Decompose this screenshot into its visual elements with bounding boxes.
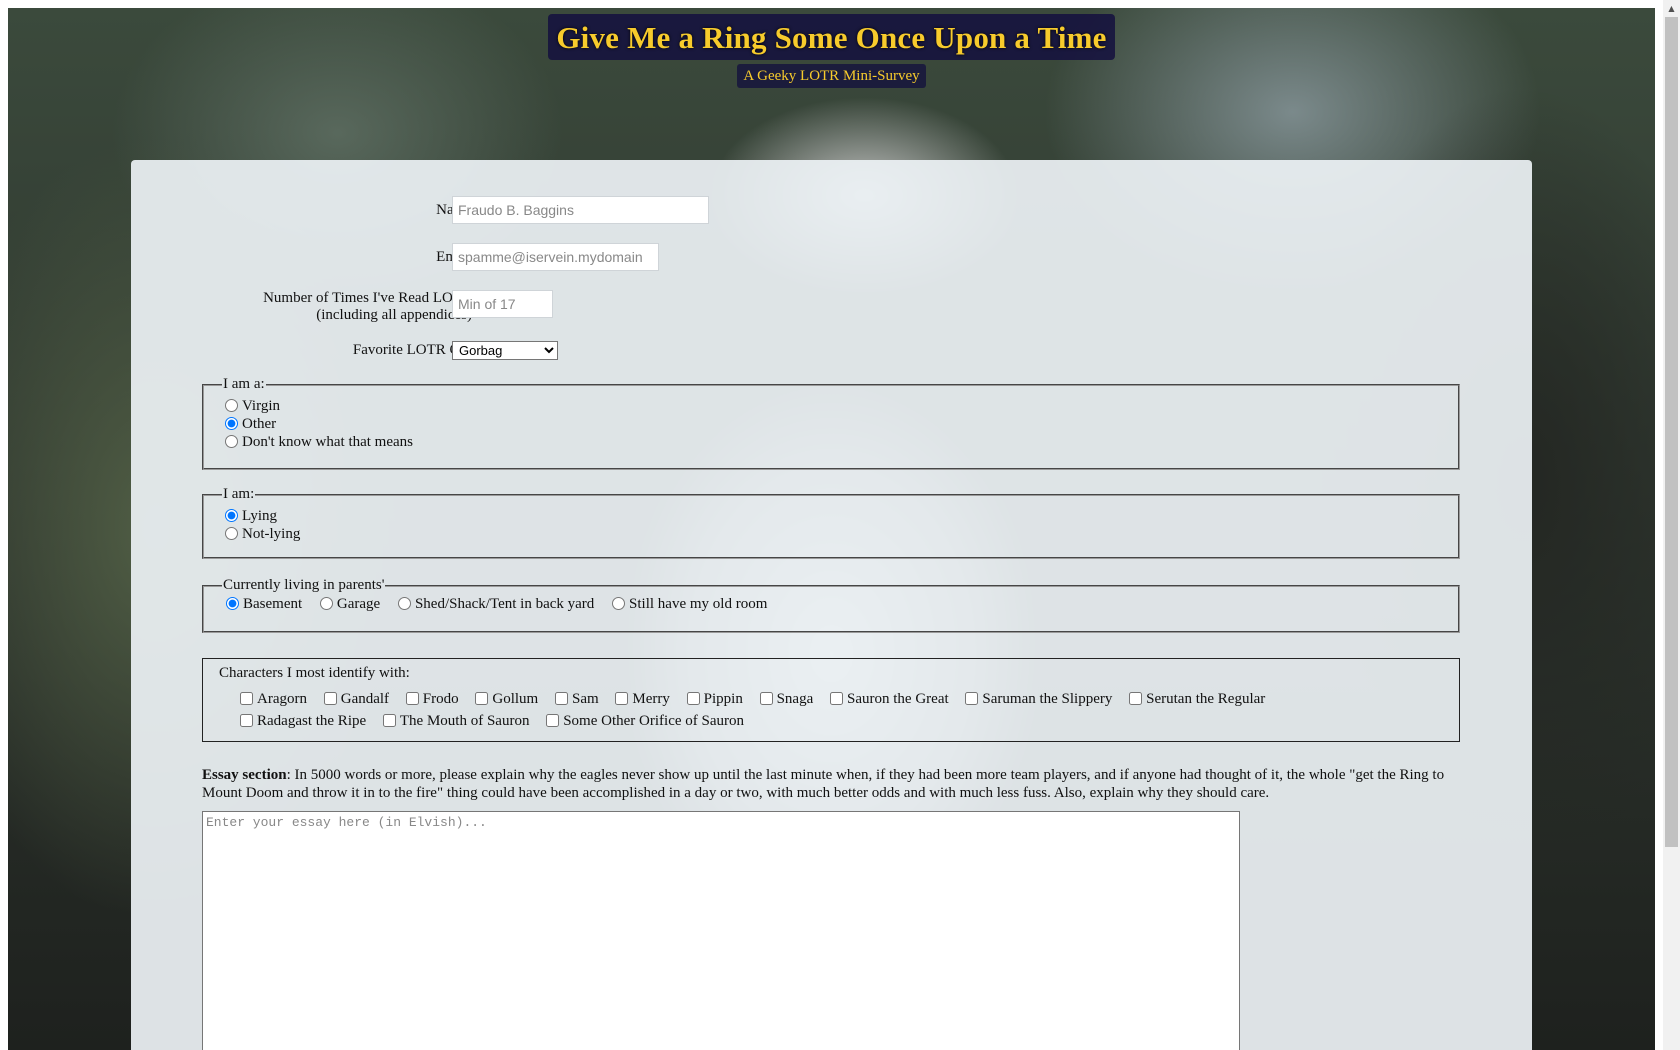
radio-virgin-label: Virgin bbox=[242, 398, 280, 414]
radio-dont-know[interactable] bbox=[225, 435, 238, 448]
essay-textarea[interactable] bbox=[202, 811, 1240, 1050]
essay-label-bold: Essay section bbox=[202, 767, 287, 783]
character-gandalf[interactable]: Gandalf bbox=[323, 691, 390, 707]
radio-dont-know-label: Don't know what that means bbox=[242, 434, 414, 450]
essay-label-text: : In 5000 words or more, please explain … bbox=[202, 767, 1445, 801]
checkbox-saruman-the-slippery[interactable] bbox=[965, 692, 979, 705]
times-read-input[interactable] bbox=[452, 290, 553, 318]
characters-box: Characters I most identify with: Aragorn… bbox=[202, 658, 1460, 742]
character-merry[interactable]: Merry bbox=[615, 691, 670, 707]
radio-lying[interactable] bbox=[225, 509, 238, 522]
character-sam-label: Sam bbox=[571, 691, 599, 707]
survey-form: Name Email Number of Times I've Read LOT… bbox=[131, 160, 1532, 1050]
living-legend: Currently living in parents' bbox=[223, 577, 385, 593]
i-am-a-legend: I am a: bbox=[223, 376, 265, 392]
scroll-thumb[interactable] bbox=[1665, 17, 1678, 847]
times-read-label-line1: Number of Times I've Read LOTR bbox=[263, 290, 472, 306]
i-am-a-option-virgin[interactable]: Virgin bbox=[222, 397, 1440, 415]
checkbox-snaga[interactable] bbox=[759, 692, 773, 705]
radio-other-label: Other bbox=[242, 416, 277, 432]
checkbox-gandalf[interactable] bbox=[323, 692, 337, 705]
title-box: Give Me a Ring Some Once Upon a Time bbox=[548, 14, 1115, 60]
checkbox-merry[interactable] bbox=[615, 692, 629, 705]
character-sauron-the-great[interactable]: Sauron the Great bbox=[830, 691, 949, 707]
living-fieldset: Currently living in parents' Basement Ga… bbox=[202, 577, 1460, 633]
character-gandalf-label: Gandalf bbox=[340, 691, 390, 707]
essay-instructions: Essay section: In 5000 words or more, pl… bbox=[202, 766, 1464, 802]
checkbox-radagast-the-ripe[interactable] bbox=[240, 714, 253, 727]
radio-basement-label: Basement bbox=[243, 596, 303, 612]
character-radagast-the-ripe[interactable]: Radagast the Ripe bbox=[240, 713, 366, 729]
checkbox-pippin[interactable] bbox=[686, 692, 700, 705]
page-title: Give Me a Ring Some Once Upon a Time bbox=[556, 20, 1107, 55]
checkbox-mouth-of-sauron[interactable] bbox=[382, 714, 396, 727]
character-frodo-label: Frodo bbox=[422, 691, 459, 707]
favorite-orc-select[interactable]: Gorbag bbox=[452, 341, 558, 360]
characters-heading: Characters I most identify with: bbox=[219, 665, 410, 681]
living-option-old-room[interactable]: Still have my old room bbox=[608, 596, 767, 612]
radio-shed[interactable] bbox=[397, 597, 411, 610]
page-header: Give Me a Ring Some Once Upon a Time A G… bbox=[8, 8, 1655, 88]
character-frodo[interactable]: Frodo bbox=[405, 691, 459, 707]
checkbox-sauron-the-great[interactable] bbox=[830, 692, 844, 705]
character-serutan-the-regular-label: Serutan the Regular bbox=[1146, 691, 1266, 707]
times-read-label-line2: (including all appendices) bbox=[316, 307, 472, 323]
character-pippin[interactable]: Pippin bbox=[686, 691, 743, 707]
checkbox-sam[interactable] bbox=[554, 692, 568, 705]
radio-garage[interactable] bbox=[319, 597, 333, 610]
i-am-a-option-dont-know[interactable]: Don't know what that means bbox=[222, 433, 1440, 451]
radio-not-lying-label: Not-lying bbox=[242, 526, 301, 542]
i-am-option-lying[interactable]: Lying bbox=[222, 507, 1440, 525]
character-aragorn-label: Aragorn bbox=[257, 691, 307, 707]
radio-garage-label: Garage bbox=[336, 596, 381, 612]
character-gollum[interactable]: Gollum bbox=[475, 691, 538, 707]
checkbox-gollum[interactable] bbox=[475, 692, 489, 705]
character-mouth-of-sauron-label: The Mouth of Sauron bbox=[399, 713, 530, 729]
checkbox-other-orifice[interactable] bbox=[546, 714, 560, 727]
living-option-basement[interactable]: Basement bbox=[222, 596, 302, 612]
scroll-up-icon[interactable]: ▲ bbox=[1663, 0, 1680, 17]
radio-lying-label: Lying bbox=[242, 508, 278, 524]
email-input[interactable] bbox=[452, 243, 659, 271]
radio-other[interactable] bbox=[225, 417, 238, 430]
radio-old-room-label: Still have my old room bbox=[629, 596, 768, 612]
characters-list: Aragorn Gandalf Frodo Gollum Sam Merry P… bbox=[219, 688, 1443, 732]
page-subtitle: A Geeky LOTR Mini-Survey bbox=[743, 68, 920, 84]
character-snaga[interactable]: Snaga bbox=[759, 691, 814, 707]
character-radagast-the-ripe-label: Radagast the Ripe bbox=[257, 713, 367, 729]
i-am-option-not-lying[interactable]: Not-lying bbox=[222, 525, 1440, 543]
character-pippin-label: Pippin bbox=[703, 691, 743, 707]
radio-virgin[interactable] bbox=[225, 399, 238, 412]
checkbox-serutan-the-regular[interactable] bbox=[1129, 692, 1143, 705]
i-am-legend: I am: bbox=[223, 486, 255, 502]
radio-old-room[interactable] bbox=[612, 597, 626, 610]
living-option-garage[interactable]: Garage bbox=[316, 596, 380, 612]
character-mouth-of-sauron[interactable]: The Mouth of Sauron bbox=[382, 713, 530, 729]
i-am-a-option-other[interactable]: Other bbox=[222, 415, 1440, 433]
times-read-label: Number of Times I've Read LOTR (includin… bbox=[263, 290, 472, 324]
radio-shed-label: Shed/Shack/Tent in back yard bbox=[414, 596, 595, 612]
i-am-a-fieldset: I am a: Virgin Other Don't know what tha… bbox=[202, 376, 1460, 470]
radio-not-lying[interactable] bbox=[225, 527, 238, 540]
character-other-orifice[interactable]: Some Other Orifice of Sauron bbox=[546, 713, 744, 729]
character-saruman-the-slippery[interactable]: Saruman the Slippery bbox=[965, 691, 1112, 707]
character-aragorn[interactable]: Aragorn bbox=[240, 691, 307, 707]
character-serutan-the-regular[interactable]: Serutan the Regular bbox=[1129, 691, 1265, 707]
character-merry-label: Merry bbox=[632, 691, 670, 707]
subtitle-box: A Geeky LOTR Mini-Survey bbox=[737, 64, 926, 88]
character-saruman-the-slippery-label: Saruman the Slippery bbox=[982, 691, 1113, 707]
vertical-scrollbar[interactable]: ▲ bbox=[1663, 0, 1680, 1050]
checkbox-frodo[interactable] bbox=[405, 692, 419, 705]
character-sauron-the-great-label: Sauron the Great bbox=[847, 691, 949, 707]
character-sam[interactable]: Sam bbox=[554, 691, 599, 707]
character-other-orifice-label: Some Other Orifice of Sauron bbox=[563, 713, 745, 729]
character-snaga-label: Snaga bbox=[776, 691, 814, 707]
name-input[interactable] bbox=[452, 196, 709, 224]
i-am-fieldset: I am: Lying Not-lying bbox=[202, 486, 1460, 559]
checkbox-aragorn[interactable] bbox=[240, 692, 253, 705]
living-option-shed[interactable]: Shed/Shack/Tent in back yard bbox=[394, 596, 594, 612]
character-gollum-label: Gollum bbox=[492, 691, 539, 707]
radio-basement[interactable] bbox=[226, 597, 239, 610]
